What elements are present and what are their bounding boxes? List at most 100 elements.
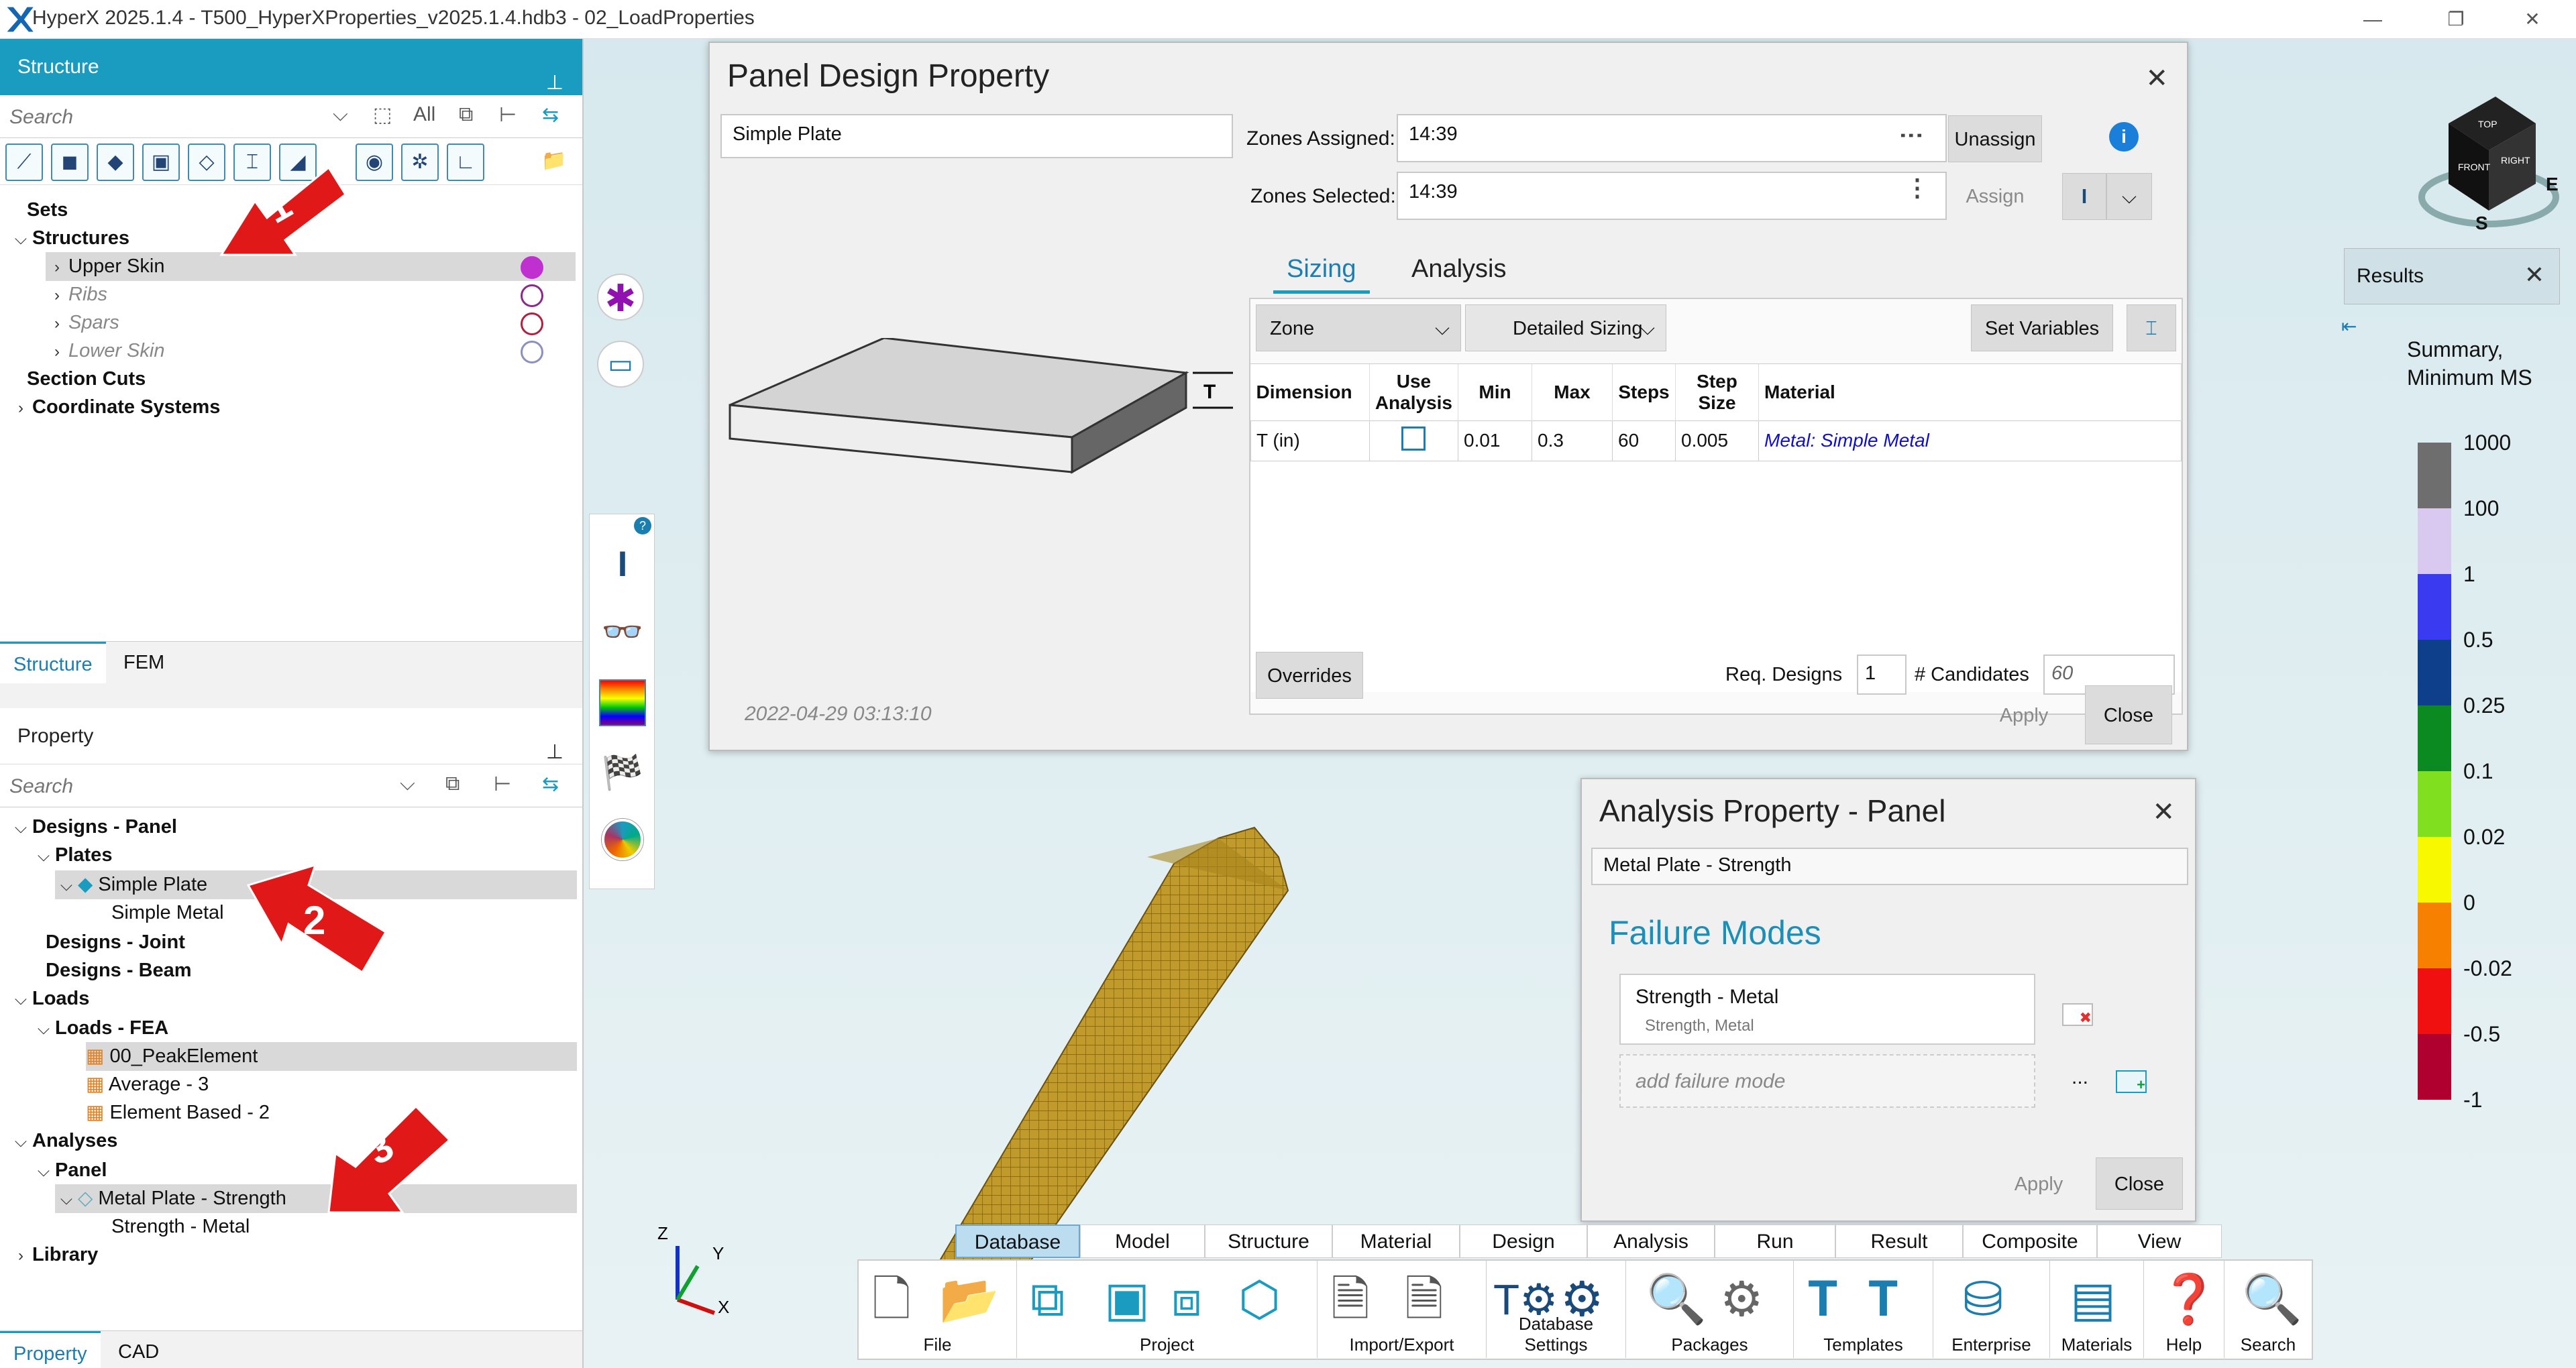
chevron-down-icon[interactable]: ⌵ [9,813,32,842]
solid-icon[interactable]: ◼ [51,144,89,181]
sizing-mode-select[interactable]: Detailed Sizing ⌵ [1465,304,1666,351]
property-search-input[interactable] [9,770,385,803]
tab-property[interactable]: Property [0,1331,101,1368]
tree-item-peak-element[interactable]: ▦ 00_PeakElement [86,1042,577,1071]
chevron-right-icon[interactable]: › [46,309,68,338]
tree-item-structures[interactable]: ⌵ Structures [9,224,129,253]
folder-add-icon[interactable]: 📁 [535,144,573,181]
apply-button[interactable]: Apply [1995,1159,2082,1210]
tree-item-designs-joint[interactable]: Designs - Joint [46,928,185,957]
ribbon-tab-view[interactable]: View [2097,1224,2222,1258]
upper-skin-color-dot[interactable] [521,256,543,279]
ribbon-tab-database[interactable]: Database [955,1224,1080,1258]
tree-item-section-cuts[interactable]: Section Cuts [27,365,146,394]
close-button[interactable]: Close [2085,685,2172,744]
design-type-icon[interactable]: 𝐈 [2062,173,2106,220]
design-name-field[interactable]: Simple Plate [720,114,1233,158]
tree-item-plates[interactable]: ⌵ Plates [32,841,113,870]
assign-button[interactable]: Assign [1948,173,2042,220]
chevron-right-icon[interactable]: › [46,337,68,366]
structure-search-input[interactable] [9,101,318,134]
help-badge-icon[interactable]: ? [634,517,651,534]
ribs-color-dot[interactable] [521,284,543,307]
joint-icon[interactable]: ▣ [142,144,180,181]
color-wheel-icon[interactable] [599,816,646,863]
view-eye-icon[interactable]: ◉ [356,144,393,181]
new-file-icon[interactable]: 🗋 [872,1273,911,1326]
add-failure-mode-icon[interactable]: + [2116,1070,2147,1093]
template-edit-icon[interactable]: 𝐓 [1807,1273,1838,1326]
spars-color-dot[interactable] [521,312,543,335]
chevron-down-icon[interactable]: ⌵ [9,985,32,1014]
box-select-icon[interactable]: ▭ [597,341,644,388]
zones-selected-menu-icon[interactable]: ⋮ [1905,176,1929,200]
zone-select[interactable]: Zone ⌵ [1256,304,1461,351]
failure-mode-item[interactable]: Strength - Metal Strength, Metal [1619,974,2035,1045]
wing-mesh-model[interactable] [879,763,1348,1286]
coordinate-icon[interactable]: ∟ [447,144,484,181]
open-folder-icon[interactable]: 📂 [939,1273,1000,1326]
tree-item-element-based[interactable]: ▦ Element Based - 2 [86,1098,270,1127]
tree-item-metal-plate-strength[interactable]: ⌵ ◇ Metal Plate - Strength [55,1184,577,1213]
view-glasses-icon[interactable]: 👓 [599,608,646,655]
ribbon-tab-result[interactable]: Result [1835,1224,1963,1258]
chevron-down-icon[interactable]: ⌵ [333,103,348,126]
chevron-down-icon[interactable]: ⌵ [55,1185,78,1214]
collapse-all-icon[interactable]: ⧉ [445,773,460,795]
curve-icon[interactable]: ⟋ [5,144,43,181]
tree-item-lower-skin[interactable]: › Lower Skin [46,337,164,365]
import-icon[interactable]: 🗎 [1331,1273,1370,1326]
zones-selected-field[interactable]: 14:39 [1397,172,1947,220]
filter-all-label[interactable]: All [413,103,435,126]
chevron-down-icon[interactable]: ⌵ [9,225,32,253]
project-export-icon[interactable]: ⧈ [1171,1273,1202,1326]
more-options-icon[interactable]: ... [2072,1066,2088,1089]
checkered-flag-icon[interactable]: 🏁 [599,749,646,796]
close-button[interactable]: Close [2096,1157,2183,1210]
beam-filter-icon[interactable]: ⌶ [2127,304,2176,351]
tree-item-coordinate-systems[interactable]: › Coordinate Systems [9,393,220,422]
cell-material-link[interactable]: Metal: Simple Metal [1758,420,2182,461]
zones-assigned-menu-icon[interactable]: ⋮ [1898,123,1926,146]
hierarchy-icon[interactable]: ⊢ [494,773,511,796]
tab-cad[interactable]: CAD [105,1331,172,1368]
close-window-button[interactable]: ✕ [2496,3,2569,36]
view-cube[interactable]: TOP FRONT RIGHT E S [2408,76,2569,231]
table-row[interactable]: T (in) 0.01 0.3 60 0.005 Metal: Simple M… [1250,420,2182,461]
chevron-down-icon[interactable]: ⌵ [32,842,55,870]
tree-item-spars[interactable]: › Spars [46,308,119,337]
chevron-down-icon[interactable]: ⌵ [2106,173,2152,220]
help-icon[interactable]: ❓ [2159,1273,2219,1326]
hierarchy-icon[interactable]: ⊢ [499,103,517,127]
info-icon[interactable]: i [2109,122,2139,152]
sync-icon[interactable]: ⇆ [542,103,559,127]
remove-failure-mode-icon[interactable]: ✖ [2062,1003,2093,1026]
minimize-button[interactable]: — [2336,3,2410,36]
tab-fem[interactable]: FEM [110,642,178,683]
chevron-down-icon[interactable]: ⌵ [55,871,78,900]
chevron-right-icon[interactable]: › [46,253,68,282]
contour-legend-icon[interactable] [599,679,646,726]
chevron-down-icon[interactable]: ⌵ [400,773,415,795]
filter-cube-icon[interactable]: ⬚ [373,103,392,127]
cell-min[interactable]: 0.01 [1458,420,1532,461]
materials-icon[interactable]: ▤ [2070,1273,2116,1326]
chevron-right-icon[interactable]: › [9,394,32,422]
chevron-right-icon[interactable]: › [9,1241,32,1270]
tree-item-simple-metal[interactable]: Simple Metal [111,899,224,927]
ribbon-tab-material[interactable]: Material [1332,1224,1460,1258]
panel-design-icon[interactable]: 𝐈 [599,541,646,588]
tree-item-analyses[interactable]: ⌵ Analyses [9,1127,117,1155]
tab-structure[interactable]: Structure [0,642,106,683]
req-designs-field[interactable]: 1 [1857,654,1907,695]
tree-item-ribs[interactable]: › Ribs [46,280,107,309]
chevron-down-icon[interactable]: ⌵ [32,1015,55,1043]
tab-analysis[interactable]: Analysis [1398,255,1520,290]
ribbon-tab-design[interactable]: Design [1460,1224,1587,1258]
cell-max[interactable]: 0.3 [1532,420,1613,461]
tree-item-sets[interactable]: Sets [27,196,68,225]
tree-item-library[interactable]: › Library [9,1241,98,1269]
chevron-right-icon[interactable]: › [46,281,68,310]
template-icon[interactable]: 𝐓 [1868,1273,1898,1326]
ribbon-tab-structure[interactable]: Structure [1205,1224,1332,1258]
